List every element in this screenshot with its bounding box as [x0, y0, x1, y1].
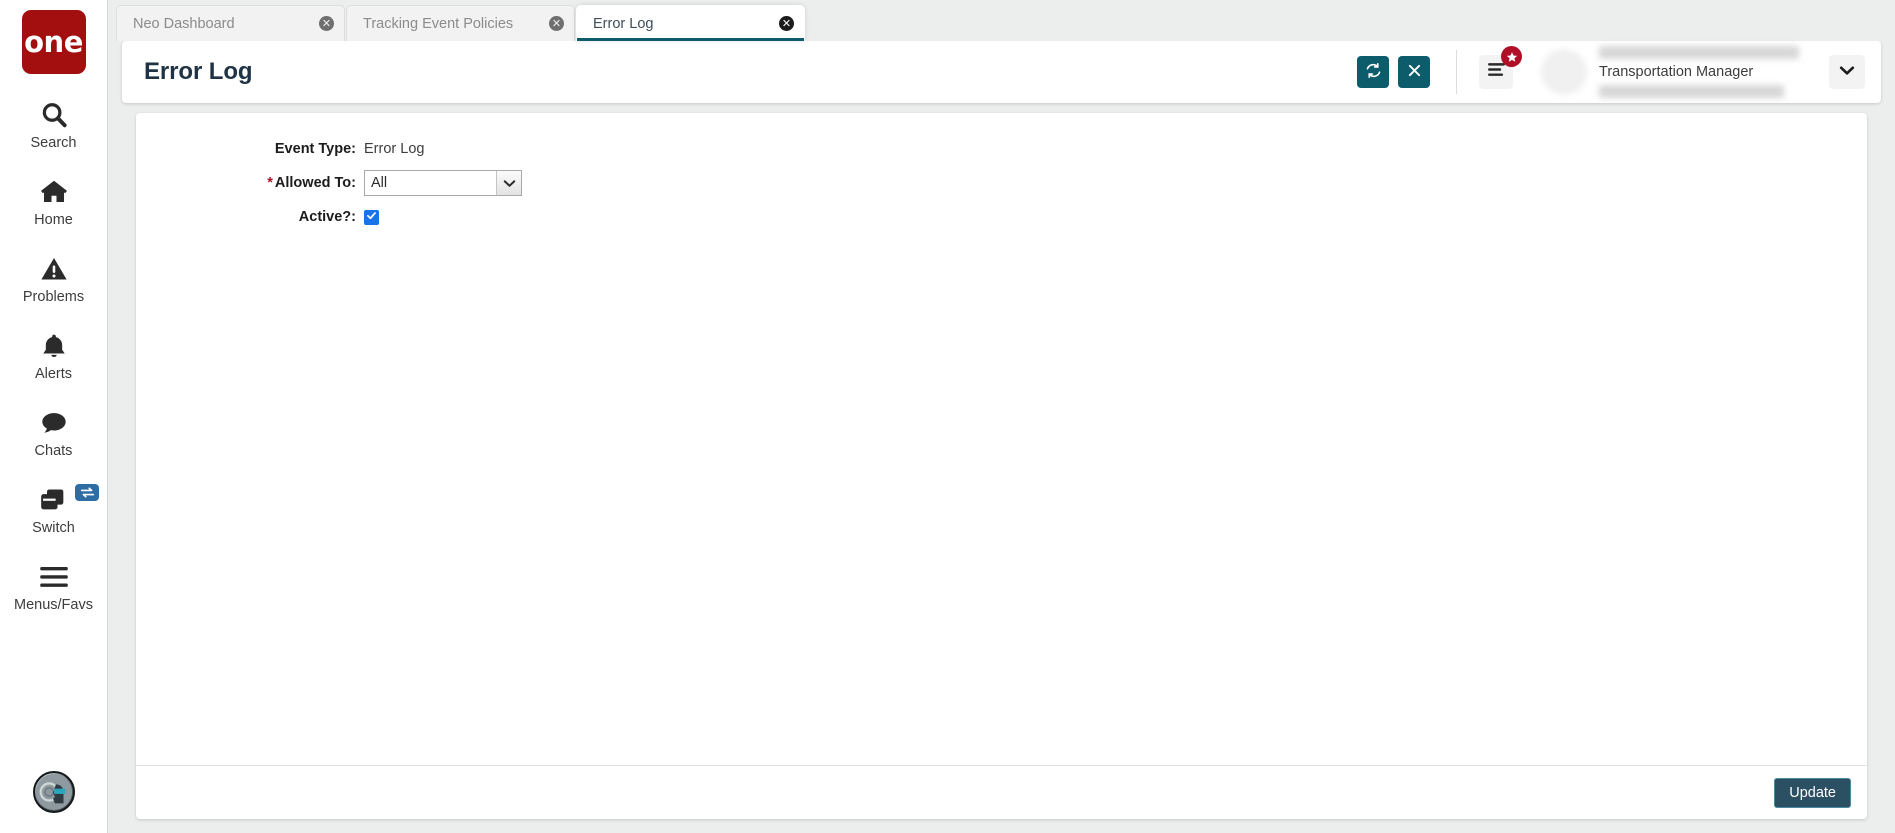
sidebar-item-alerts[interactable]: Alerts: [0, 329, 107, 382]
main-region: Neo Dashboard ✕ Tracking Event Policies …: [108, 0, 1895, 833]
sidebar-item-label: Problems: [22, 289, 85, 305]
page-title: Error Log: [144, 58, 253, 85]
check-icon: [366, 208, 377, 226]
sidebar-item-home[interactable]: Home: [0, 175, 107, 228]
tab-tracking-event-policies[interactable]: Tracking Event Policies ✕: [346, 5, 575, 41]
x-icon: [1407, 63, 1422, 81]
content-card: Event Type: Error Log *Allowed To: All: [136, 113, 1867, 819]
close-circle-icon[interactable]: ✕: [779, 16, 794, 31]
avatar: [1541, 49, 1587, 95]
sidebar-item-problems[interactable]: Problems: [0, 252, 107, 305]
sidebar-item-label: Chats: [34, 443, 73, 459]
user-name-redacted: [1599, 46, 1799, 59]
user-profile[interactable]: Transportation Manager: [1541, 46, 1807, 98]
event-type-label: Event Type:: [274, 141, 356, 157]
form-row-event-type: Event Type: Error Log: [136, 141, 1867, 157]
close-page-button[interactable]: [1398, 56, 1430, 88]
search-icon: [31, 98, 77, 132]
sidebar-item-chats[interactable]: Chats: [0, 406, 107, 459]
hamburger-icon: [31, 560, 77, 594]
sidebar-item-search[interactable]: Search: [0, 98, 107, 151]
allowed-to-label: * Allowed To:: [136, 175, 364, 191]
form-row-allowed-to: * Allowed To: All: [136, 170, 1867, 196]
required-asterisk: *: [267, 175, 273, 191]
active-checkbox[interactable]: [364, 208, 379, 226]
allowed-to-select[interactable]: All: [364, 170, 522, 196]
star-icon: [1501, 46, 1522, 67]
sidebar-item-label: Search: [30, 135, 77, 151]
close-circle-icon[interactable]: ✕: [549, 16, 564, 31]
chat-bubble-icon: [31, 406, 77, 440]
favorites-menu-button[interactable]: [1479, 46, 1522, 89]
sidebar-item-switch[interactable]: Switch: [0, 483, 107, 536]
tab-label: Neo Dashboard: [133, 15, 235, 32]
tab-error-log[interactable]: Error Log ✕: [576, 5, 805, 41]
sidebar-item-menus-favs[interactable]: Menus/Favs: [0, 560, 107, 613]
close-circle-icon[interactable]: ✕: [319, 16, 334, 31]
allowed-to-selected-value: All: [371, 175, 388, 191]
chevron-down-icon[interactable]: [496, 171, 521, 195]
chevron-down-icon: [1839, 63, 1855, 81]
home-icon: [31, 175, 77, 209]
tab-bar: Neo Dashboard ✕ Tracking Event Policies …: [108, 0, 1895, 41]
brand-logo[interactable]: one: [21, 10, 86, 74]
card-footer: Update: [136, 765, 1867, 819]
sidebar-item-label: Home: [34, 212, 73, 228]
user-org-redacted: [1599, 85, 1784, 98]
page-header: Error Log Transportation Manager: [122, 41, 1881, 103]
swap-arrows-icon[interactable]: [75, 484, 99, 501]
tab-label: Tracking Event Policies: [363, 15, 514, 32]
sidebar: one Search Home Problems Alerts Chats Sw…: [0, 0, 108, 833]
allowed-to-label-text: Allowed To:: [274, 175, 356, 191]
form-row-active: Active?:: [136, 209, 1867, 225]
sidebar-item-label: Alerts: [34, 366, 73, 382]
user-info: Transportation Manager: [1599, 46, 1807, 98]
event-policy-form: Event Type: Error Log *Allowed To: All: [136, 113, 1867, 765]
header-divider: [1456, 50, 1457, 94]
refresh-icon: [1365, 62, 1382, 82]
update-button[interactable]: Update: [1774, 777, 1851, 808]
warning-triangle-icon: [31, 252, 77, 286]
assistant-avatar-icon[interactable]: [32, 771, 75, 813]
event-type-value: Error Log: [364, 141, 425, 157]
user-role: Transportation Manager: [1599, 64, 1754, 80]
bell-icon: [31, 329, 77, 363]
active-label: Active?:: [298, 209, 356, 225]
tab-label: Error Log: [593, 15, 654, 32]
refresh-button[interactable]: [1357, 56, 1389, 88]
windows-stack-icon: [31, 483, 77, 517]
tab-neo-dashboard[interactable]: Neo Dashboard ✕: [116, 5, 345, 41]
sidebar-item-label: Menus/Favs: [14, 597, 93, 613]
list-menu-icon: [1487, 62, 1506, 82]
sidebar-item-label: Switch: [32, 520, 75, 536]
user-menu-button[interactable]: [1829, 55, 1865, 89]
